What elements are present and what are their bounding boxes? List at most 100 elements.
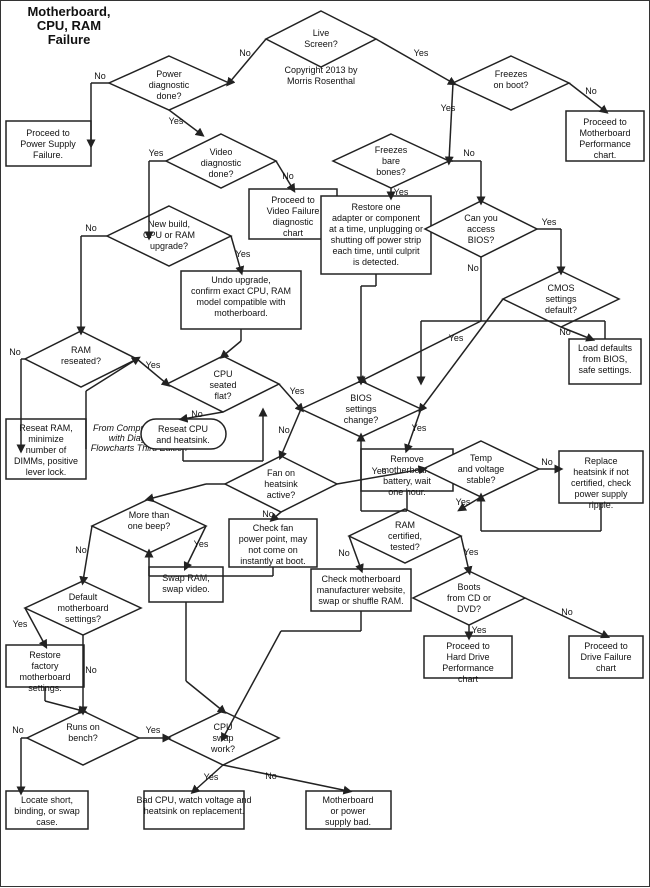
svg-text:No: No: [467, 263, 479, 273]
svg-text:binding, or swap: binding, or swap: [14, 806, 80, 816]
svg-text:No: No: [12, 725, 24, 735]
svg-text:diagnostic: diagnostic: [149, 80, 190, 90]
svg-text:bare: bare: [382, 156, 400, 166]
svg-text:Proceed to: Proceed to: [583, 117, 627, 127]
svg-text:Motherboard: Motherboard: [579, 128, 630, 138]
svg-text:Yes: Yes: [204, 772, 219, 782]
svg-text:factory: factory: [31, 661, 59, 671]
svg-text:or power: or power: [330, 806, 365, 816]
svg-text:CPU, RAM: CPU, RAM: [37, 18, 101, 33]
svg-text:Drive Failure: Drive Failure: [580, 652, 631, 662]
svg-text:DIMMs, positive: DIMMs, positive: [14, 456, 78, 466]
svg-text:heatsink: heatsink: [264, 479, 298, 489]
svg-text:Proceed to: Proceed to: [26, 128, 70, 138]
svg-text:Yes: Yes: [169, 116, 184, 126]
svg-text:default?: default?: [545, 305, 577, 315]
svg-text:Temp: Temp: [470, 453, 492, 463]
svg-text:done?: done?: [208, 169, 233, 179]
svg-text:chart: chart: [596, 663, 617, 673]
svg-text:settings: settings: [545, 294, 577, 304]
svg-text:No: No: [561, 607, 573, 617]
svg-text:and voltage: and voltage: [458, 464, 505, 474]
svg-text:Yes: Yes: [146, 360, 161, 370]
svg-text:Reseat CPU: Reseat CPU: [158, 424, 208, 434]
svg-text:Yes: Yes: [194, 539, 209, 549]
svg-text:CPU: CPU: [213, 369, 232, 379]
svg-text:BIOS: BIOS: [350, 393, 372, 403]
svg-text:at a time, unplugging or: at a time, unplugging or: [329, 224, 423, 234]
svg-text:heatsink if not: heatsink if not: [573, 467, 629, 477]
svg-text:Replace: Replace: [584, 456, 617, 466]
svg-text:battery, wait: battery, wait: [383, 476, 431, 486]
svg-text:Failure.: Failure.: [33, 150, 63, 160]
svg-text:Yes: Yes: [542, 217, 557, 227]
svg-text:Performance: Performance: [579, 139, 631, 149]
svg-text:Yes: Yes: [441, 103, 456, 113]
svg-text:Reseat RAM,: Reseat RAM,: [19, 423, 73, 433]
svg-text:case.: case.: [36, 817, 58, 827]
svg-text:Restore one: Restore one: [351, 202, 400, 212]
svg-text:Yes: Yes: [456, 497, 471, 507]
svg-text:chart: chart: [283, 228, 304, 238]
svg-text:Bad CPU, watch voltage and: Bad CPU, watch voltage and: [136, 795, 251, 805]
svg-text:Video: Video: [210, 147, 233, 157]
svg-text:No: No: [338, 548, 350, 558]
svg-text:Locate short,: Locate short,: [21, 795, 73, 805]
svg-text:No: No: [541, 457, 553, 467]
svg-text:No: No: [265, 771, 277, 781]
svg-text:No: No: [282, 171, 294, 181]
svg-text:bench?: bench?: [68, 733, 98, 743]
svg-text:adapter or component: adapter or component: [332, 213, 421, 223]
svg-text:No: No: [262, 509, 274, 519]
svg-text:Swap RAM,: Swap RAM,: [162, 573, 210, 583]
svg-text:and heatsink.: and heatsink.: [156, 435, 210, 445]
svg-text:Check motherboard: Check motherboard: [321, 574, 400, 584]
svg-text:Live: Live: [313, 28, 330, 38]
svg-text:Proceed to: Proceed to: [446, 641, 490, 651]
svg-text:safe settings.: safe settings.: [578, 365, 631, 375]
svg-text:bones?: bones?: [376, 167, 406, 177]
svg-text:No: No: [239, 48, 251, 58]
svg-text:Load defaults: Load defaults: [578, 343, 633, 353]
svg-text:Freezes: Freezes: [375, 145, 408, 155]
svg-text:No: No: [85, 223, 97, 233]
svg-text:No: No: [463, 148, 475, 158]
svg-text:RAM: RAM: [395, 520, 415, 530]
svg-text:Boots: Boots: [457, 582, 481, 592]
svg-text:Yes: Yes: [414, 48, 429, 58]
svg-text:Remove: Remove: [390, 454, 424, 464]
svg-text:model compatible with: model compatible with: [196, 297, 285, 307]
svg-text:heatsink on replacement.: heatsink on replacement.: [144, 806, 245, 816]
svg-text:tested?: tested?: [390, 542, 420, 552]
svg-text:shutting off power strip: shutting off power strip: [331, 235, 421, 245]
svg-text:work?: work?: [210, 744, 235, 754]
svg-text:Yes: Yes: [372, 466, 387, 476]
svg-text:each time, until culprit: each time, until culprit: [332, 246, 420, 256]
svg-text:manufacturer website,: manufacturer website,: [317, 585, 406, 595]
svg-text:Yes: Yes: [472, 625, 487, 635]
svg-text:Performance: Performance: [442, 663, 494, 673]
svg-text:Yes: Yes: [464, 547, 479, 557]
svg-text:settings?: settings?: [65, 614, 101, 624]
svg-text:flat?: flat?: [214, 391, 231, 401]
svg-text:CMOS: CMOS: [548, 283, 575, 293]
svg-text:active?: active?: [267, 490, 296, 500]
svg-text:lever lock.: lever lock.: [26, 467, 67, 477]
svg-text:Yes: Yes: [13, 619, 28, 629]
svg-text:motherboard: motherboard: [57, 603, 108, 613]
svg-text:confirm exact CPU, RAM: confirm exact CPU, RAM: [191, 286, 291, 296]
svg-text:Power Supply: Power Supply: [20, 139, 76, 149]
svg-text:RAM: RAM: [71, 345, 91, 355]
svg-text:BIOS?: BIOS?: [468, 235, 495, 245]
svg-text:seated: seated: [209, 380, 236, 390]
svg-text:chart.: chart.: [594, 150, 617, 160]
svg-text:Default: Default: [69, 592, 98, 602]
svg-text:power point, may: power point, may: [239, 534, 308, 544]
svg-text:power supply: power supply: [574, 489, 628, 499]
svg-text:Proceed to: Proceed to: [584, 641, 628, 651]
chart-title: Motherboard,: [27, 4, 110, 19]
svg-text:Undo upgrade,: Undo upgrade,: [211, 275, 271, 285]
svg-text:from CD or: from CD or: [447, 593, 491, 603]
svg-text:instantly at boot.: instantly at boot.: [240, 556, 306, 566]
svg-text:No: No: [85, 665, 97, 675]
